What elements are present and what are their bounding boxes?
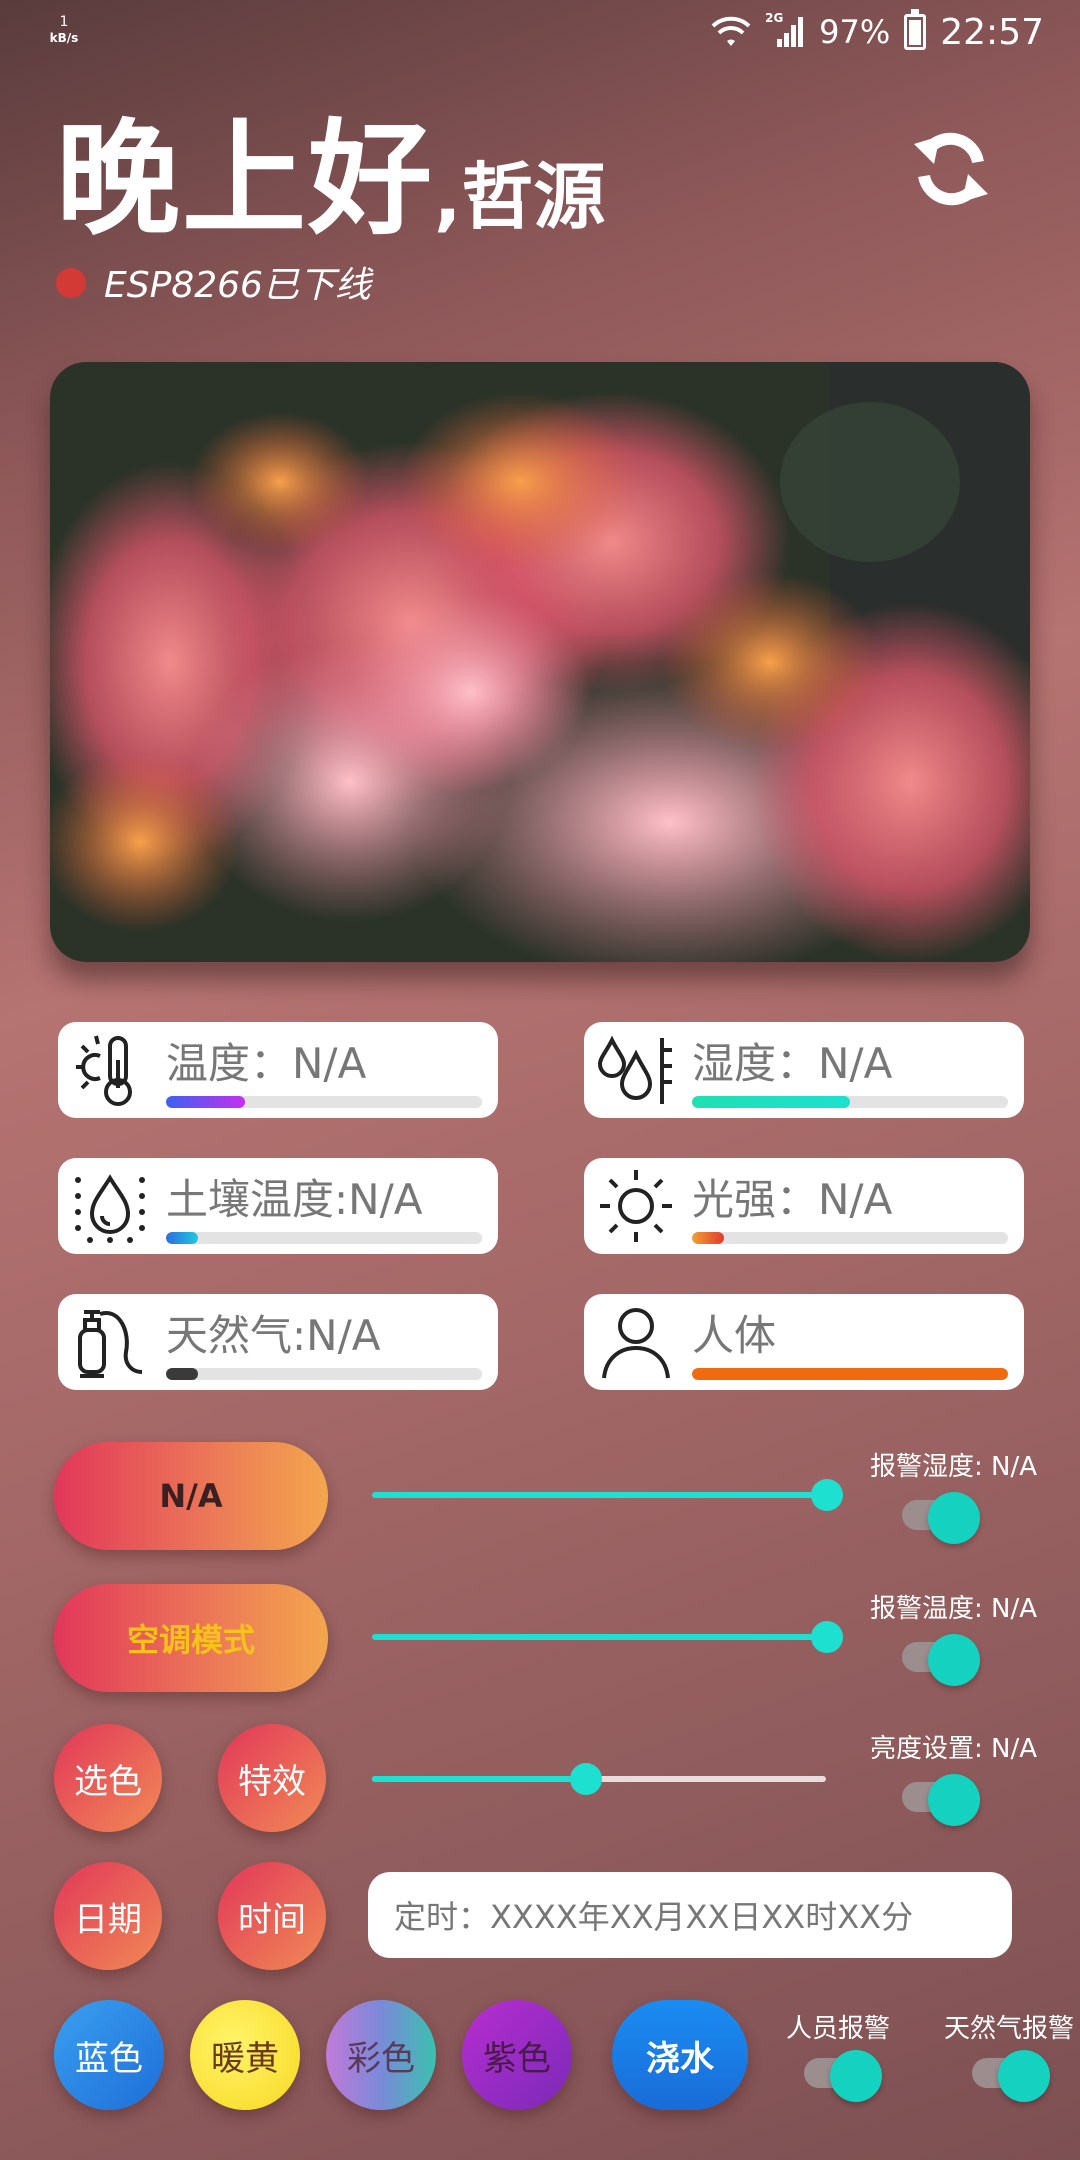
network-speed-unit: kB/s	[49, 31, 79, 45]
refresh-icon[interactable]	[906, 124, 996, 214]
alarm-humidity-label: 报警湿度: N/A	[870, 1452, 1038, 1482]
body-bar-fill	[692, 1368, 1008, 1380]
gas-tank-icon	[78, 1310, 143, 1378]
select-color-button[interactable]: 选色	[54, 1724, 162, 1832]
gas-label: 天然气:N/A	[166, 1311, 381, 1360]
temperature-card: 温度：N/A	[58, 1022, 498, 1118]
banner-image	[50, 362, 1030, 962]
temperature-bar	[166, 1096, 482, 1108]
user-name: 哲源	[461, 155, 606, 239]
status-dot	[56, 268, 86, 298]
temperature-alarm-slider-thumb[interactable]	[811, 1621, 843, 1653]
purple-button[interactable]: 紫色	[462, 2000, 572, 2110]
soil-card: 土壤温度:N/A	[58, 1158, 498, 1254]
alarm-temperature-toggle[interactable]	[902, 1634, 980, 1686]
brightness-toggle[interactable]	[902, 1774, 980, 1826]
soil-bar	[166, 1232, 482, 1244]
person-alarm-toggle[interactable]	[804, 2050, 882, 2102]
network-type: 2G	[765, 11, 784, 25]
greeting: 晚上好,哲源	[56, 78, 605, 258]
humidity-label: 湿度：N/A	[692, 1039, 893, 1088]
humidity-bar	[692, 1096, 1008, 1108]
wifi-icon	[711, 16, 751, 46]
gas-card: 天然气:N/A	[58, 1294, 498, 1390]
gas-alarm-toggle[interactable]	[972, 2050, 1050, 2102]
person-alarm-label: 人员报警	[786, 2014, 891, 2044]
brightness-slider-thumb[interactable]	[570, 1763, 602, 1795]
soil-bar-fill	[166, 1232, 198, 1244]
effects-button[interactable]: 特效	[218, 1724, 326, 1832]
light-card: 光强：N/A	[584, 1158, 1024, 1254]
body-label: 人体	[692, 1311, 777, 1360]
person-icon	[602, 1308, 670, 1379]
light-bar-fill	[692, 1232, 724, 1244]
device-status: ESP8266已下线	[104, 265, 371, 306]
gas-bar-fill	[166, 1368, 198, 1380]
humidity-drops-icon	[597, 1035, 672, 1104]
soil-drop-icon	[75, 1174, 145, 1243]
thermometer-icon	[76, 1035, 132, 1106]
battery-icon	[904, 9, 927, 50]
battery-percent: 97%	[819, 13, 891, 51]
timer-display[interactable]: 定时：XXXX年XX月XX日XX时XX分	[368, 1872, 1012, 1958]
gas-bar	[166, 1368, 482, 1380]
temperature-label: 温度：N/A	[166, 1039, 367, 1088]
greeting-text: 晚上好	[56, 108, 435, 252]
status-bar-right: 2G 97% 22:57	[711, 9, 1044, 54]
body-bar	[692, 1368, 1008, 1380]
na-button[interactable]: N/A	[54, 1442, 328, 1550]
clock: 22:57	[940, 11, 1044, 53]
warm-yellow-button[interactable]: 暖黄	[190, 2000, 300, 2110]
humidity-alarm-slider-thumb[interactable]	[811, 1479, 843, 1511]
sun-icon	[600, 1170, 672, 1242]
brightness-slider-fill	[372, 1776, 586, 1782]
light-bar	[692, 1232, 1008, 1244]
signal-icon: 2G	[765, 11, 805, 49]
gas-alarm-label: 天然气报警	[944, 2014, 1075, 2044]
brightness-label: 亮度设置: N/A	[870, 1734, 1038, 1764]
humidity-bar-fill	[692, 1096, 850, 1108]
greeting-comma: ,	[434, 155, 462, 239]
humidity-card: 湿度：N/A	[584, 1022, 1024, 1118]
blue-button[interactable]: 蓝色	[54, 2000, 164, 2110]
rainbow-button[interactable]: 彩色	[326, 2000, 436, 2110]
alarm-humidity-toggle[interactable]	[902, 1492, 980, 1544]
alarm-temperature-label: 报警温度: N/A	[870, 1594, 1038, 1624]
ac-mode-button[interactable]: 空调模式	[54, 1584, 328, 1692]
soil-label: 土壤温度:N/A	[166, 1175, 423, 1224]
network-speed-value: 1	[59, 14, 69, 30]
body-card: 人体	[584, 1294, 1024, 1390]
humidity-alarm-slider[interactable]	[372, 1492, 826, 1498]
date-button[interactable]: 日期	[54, 1862, 162, 1970]
water-button[interactable]: 浇水	[612, 2000, 748, 2110]
light-label: 光强：N/A	[692, 1175, 893, 1224]
temperature-bar-fill	[166, 1096, 245, 1108]
network-speed: 1 kB/s	[44, 14, 84, 46]
temperature-alarm-slider[interactable]	[372, 1634, 826, 1640]
time-button[interactable]: 时间	[218, 1862, 326, 1970]
